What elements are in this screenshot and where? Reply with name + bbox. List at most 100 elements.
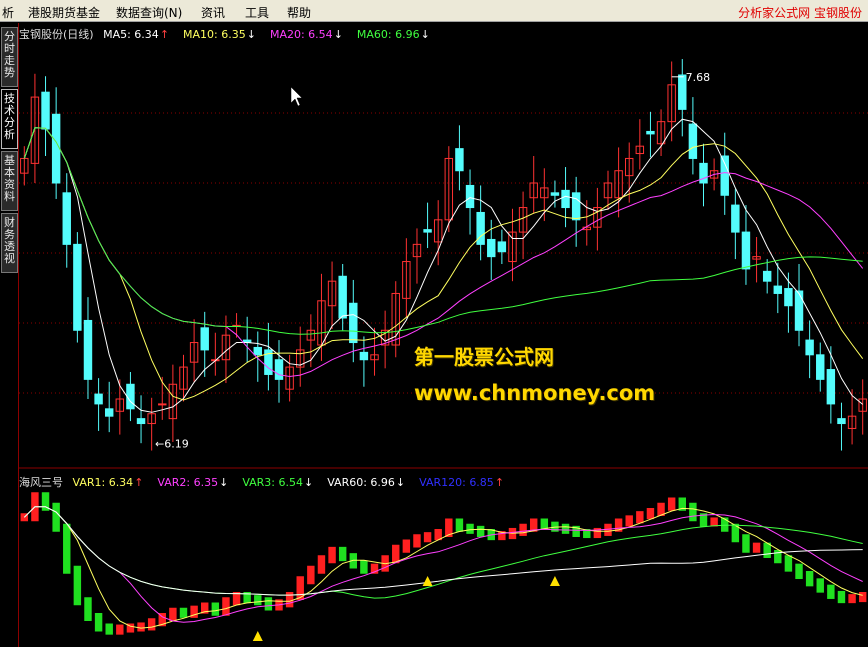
menu-hk-futures-funds[interactable]: 港股期货基金 <box>28 4 100 21</box>
chart-area[interactable]: 7.68 ←6.19 宝钢股份(日线) MA5: 6.34↑ MA10: 6.35↓… <box>19 23 868 647</box>
candle-body <box>487 238 496 258</box>
sub-bar <box>774 550 782 564</box>
sub-bar <box>137 622 145 632</box>
candle-body <box>359 351 369 361</box>
sub-bar <box>317 555 326 574</box>
tab-intraday[interactable]: 分时走势 <box>1 27 18 87</box>
main-legend: 宝钢股份(日线) MA5: 6.34↑ MA10: 6.35↓ MA20: 6.54… <box>19 26 444 42</box>
sub-bar <box>476 525 485 537</box>
candle-body <box>826 369 836 405</box>
sub-bar <box>784 555 793 572</box>
sub-bar <box>795 563 803 579</box>
candle-body <box>688 123 698 159</box>
menu-data-query[interactable]: 数据查询(N) <box>116 4 182 21</box>
sub-bar <box>179 607 188 618</box>
candle-body <box>253 346 262 356</box>
candle-body <box>731 204 740 233</box>
candle-body <box>136 418 146 425</box>
candle-body <box>83 319 93 380</box>
signal-triangle <box>422 576 433 586</box>
sub-bar <box>264 597 273 611</box>
sub-legend-item-1: VAR2: 6.35↓ <box>157 476 229 489</box>
tab-technical[interactable]: 技术分析 <box>1 89 18 149</box>
sub-legend-item-4: VAR120: 6.85↑ <box>419 476 505 489</box>
chart-canvas: 7.68 ←6.19 <box>19 59 868 641</box>
sub-bar <box>625 515 633 527</box>
low-label: ←6.19 <box>155 438 189 451</box>
main-legend-item-arrow-2: ↓ <box>333 28 343 41</box>
candle-body <box>94 393 103 405</box>
candle-body <box>41 91 50 130</box>
sub-bar <box>561 523 570 534</box>
sub-bar <box>94 613 103 632</box>
sub-bar <box>466 523 474 534</box>
main-legend-item-0: MA5: 6.34↑ <box>103 28 170 41</box>
candle-body <box>274 359 284 380</box>
sub-bar <box>646 508 655 520</box>
candle-body <box>423 229 432 233</box>
sub-bar <box>211 602 220 616</box>
sub-bar <box>402 539 411 553</box>
mouse-cursor-icon <box>290 86 303 107</box>
menu-analysis[interactable]: 析 <box>2 4 14 21</box>
sub-legend-item-3: VAR60: 6.96↓ <box>327 476 406 489</box>
candle-body <box>349 302 358 344</box>
sub-bar <box>73 565 82 606</box>
sub-bar <box>360 560 368 574</box>
sub-bar <box>636 511 644 524</box>
sub-bar <box>222 597 230 616</box>
tab-financials[interactable]: 财务透视 <box>1 213 18 273</box>
candle-body <box>338 275 347 319</box>
candle-body <box>550 192 560 196</box>
sub-bar <box>254 595 262 606</box>
main-legend-item-3: MA60: 6.96↓ <box>356 28 430 41</box>
sub-legend-item-arrow-3: ↓ <box>395 476 406 489</box>
signal-triangle <box>549 576 560 586</box>
candle-body <box>51 113 61 184</box>
menu-tools[interactable]: 工具 <box>245 4 269 21</box>
sub-legend-item-arrow-1: ↓ <box>219 476 229 489</box>
candle-body <box>73 243 82 331</box>
candle-body <box>646 130 655 135</box>
sub-legend-item-arrow-2: ↓ <box>304 476 314 489</box>
sub-bar <box>116 624 124 635</box>
candle-body <box>699 162 708 184</box>
sub-legend-item-arrow-4: ↑ <box>494 476 505 489</box>
menu-news[interactable]: 资讯 <box>201 4 225 21</box>
sub-bar <box>519 523 527 536</box>
candle-body <box>126 383 135 410</box>
sub-legend-item-2: VAR3: 6.54↓ <box>242 476 314 489</box>
sub-bar <box>837 590 846 604</box>
sub-legend: 海风三号 VAR1: 6.34↑ VAR2: 6.35↓ VAR3: 6.54↓ VA… <box>19 474 518 490</box>
main-legend-item-arrow-3: ↓ <box>420 28 430 41</box>
high-label: 7.68 <box>686 71 711 84</box>
main-legend-item-2: MA20: 6.54↓ <box>269 28 343 41</box>
candle-body <box>158 403 167 406</box>
tab-fundamentals[interactable]: 基本资料 <box>1 151 18 211</box>
menu-bar: 析 港股期货基金 数据查询(N) 资讯 工具 帮助 分析家公式网 宝钢股份 <box>0 0 868 22</box>
window-title: 分析家公式网 宝钢股份 <box>738 6 862 20</box>
menu-help[interactable]: 帮助 <box>287 4 311 21</box>
candle-body <box>773 285 783 294</box>
sub-bar <box>805 571 814 587</box>
main-legend-item-arrow-1: ↓ <box>246 28 256 41</box>
sub-legend-item-arrow-0: ↑ <box>134 476 144 489</box>
candle-body <box>784 288 793 307</box>
candle-body <box>497 241 507 253</box>
sub-bar <box>52 502 60 532</box>
candle-body <box>62 192 71 245</box>
sub-bar <box>858 592 867 603</box>
sub-bar <box>147 618 156 631</box>
signal-triangle <box>252 631 263 641</box>
sub-bar <box>848 594 856 604</box>
sub-legend-title: 海风三号 <box>19 476 63 489</box>
sub-bar <box>689 502 697 522</box>
sub-bar <box>307 565 315 585</box>
main-legend-item-1: MA10: 6.35↓ <box>183 28 256 41</box>
candle-body <box>794 290 804 331</box>
candle-body <box>837 418 846 425</box>
candle-body <box>741 231 751 270</box>
sub-bar <box>328 546 336 564</box>
candle-body <box>816 354 825 380</box>
ma20-line <box>23 127 864 378</box>
